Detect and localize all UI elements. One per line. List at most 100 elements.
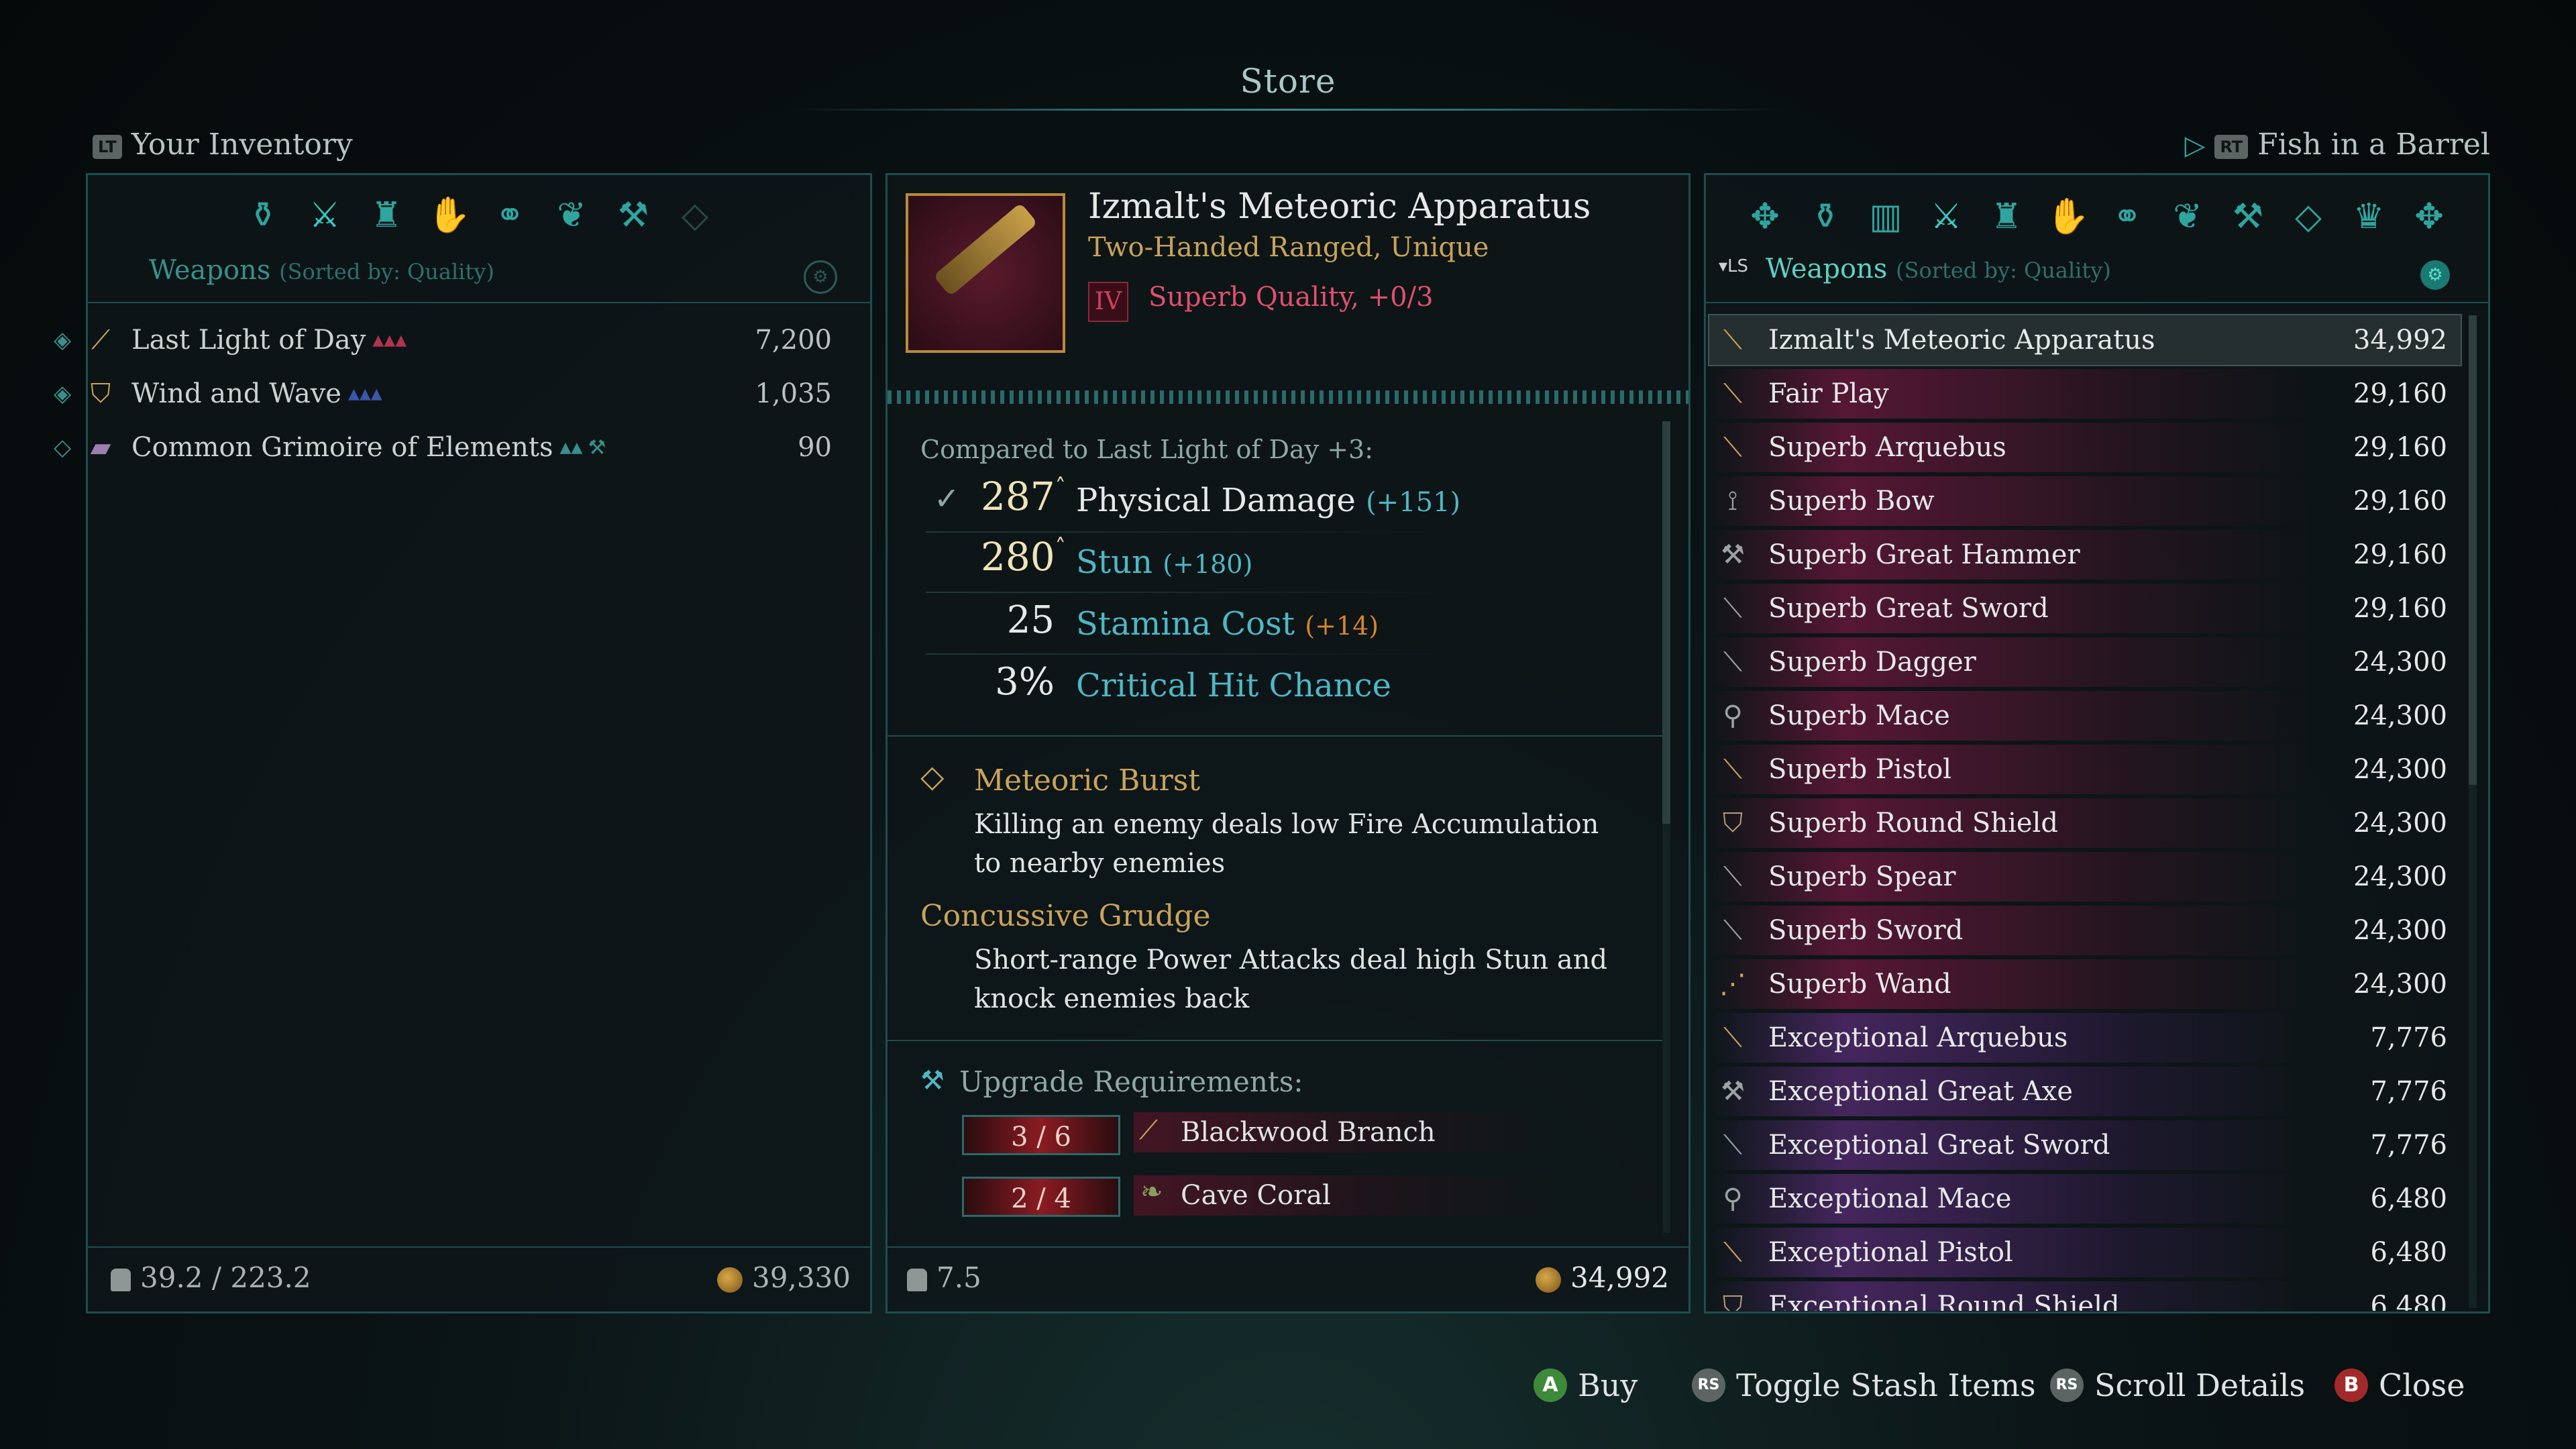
store-row[interactable]: ⟍ Exceptional Pistol 6,480: [1709, 1228, 2461, 1277]
store-row[interactable]: ⚒ Exceptional Great Axe 7,776: [1709, 1067, 2461, 1116]
anvil-icon: ⚒: [920, 1065, 945, 1096]
filter-icon[interactable]: ⚙: [2420, 260, 2450, 290]
store-row[interactable]: ⚒ Superb Great Hammer 29,160: [1709, 530, 2461, 580]
scroll-details-hint[interactable]: RS Scroll Details: [2050, 1367, 2305, 1403]
inventory-row[interactable]: ◇ ▰ Common Grimoire of Elements ▲▲ ⚒ 90: [54, 424, 832, 471]
hammer-icon: ⚒: [1721, 539, 1745, 570]
store-row[interactable]: ⟍ Superb Dagger 24,300: [1709, 637, 2461, 687]
compare-label: Compared to Last Light of Day +3:: [920, 435, 1374, 464]
perk-description: Killing an enemy deals low Fire Accumula…: [974, 809, 1599, 879]
spear-icon: ⟍: [1723, 861, 1742, 892]
inventory-gold-value: 39,330: [752, 1261, 851, 1294]
diamond-icon: ◇: [54, 434, 72, 461]
stat-divider: [926, 531, 1456, 533]
rings-icon[interactable]: ⚭: [489, 195, 531, 236]
gem-icon[interactable]: ◇: [674, 195, 716, 236]
dagger-icon: ⟍: [1723, 647, 1742, 678]
store-row[interactable]: ⟍ Exceptional Great Sword 7,776: [1709, 1120, 2461, 1170]
ornate-divider: [888, 390, 1688, 404]
bag-icon[interactable]: ⚱: [242, 195, 284, 236]
store-row[interactable]: ⟍ Superb Spear 24,300: [1709, 852, 2461, 902]
dpad-right-icon[interactable]: ✥: [2408, 196, 2450, 237]
upgrade-label: Upgrade Requirements:: [959, 1065, 1303, 1098]
perks-divider: [888, 1040, 1666, 1041]
armor-icon[interactable]: ♜: [1986, 196, 2027, 237]
detail-footer-divider: [888, 1246, 1688, 1248]
axe-icon: ⚒: [1721, 1076, 1745, 1107]
store-row[interactable]: ⟍ Superb Great Sword 29,160: [1709, 584, 2461, 633]
coral-icon: ❧: [1140, 1177, 1163, 1208]
store-row[interactable]: ⚲ Exceptional Mace 6,480: [1709, 1174, 2461, 1224]
stat-value: 3%: [995, 660, 1055, 704]
store-row[interactable]: ⟍ Fair Play 29,160: [1709, 369, 2461, 419]
store-row[interactable]: ⟍ Superb Sword 24,300: [1709, 906, 2461, 955]
bow-icon: ⟟: [1727, 486, 1738, 517]
inventory-sort-text: (Sorted by: Quality): [279, 259, 494, 284]
store-row[interactable]: ⟍ Exceptional Arquebus 7,776: [1709, 1013, 2461, 1063]
vendor-header[interactable]: ▷ RT Fish in a Barrel: [2185, 127, 2490, 162]
buy-hint[interactable]: A Buy: [1534, 1367, 1638, 1403]
detail-scrollbar-thumb[interactable]: [1662, 421, 1670, 824]
inventory-row[interactable]: ◈ ⟋ Last Light of Day ▲▲▲ 7,200: [54, 317, 832, 364]
store-row[interactable]: ⟍ Superb Pistol 24,300: [1709, 745, 2461, 794]
item-portrait: [906, 193, 1065, 353]
armor-icon[interactable]: ♜: [366, 195, 407, 236]
item-weight-value: 7.5: [936, 1261, 981, 1294]
arrow-right-icon: ▷: [2184, 130, 2206, 161]
store-row[interactable]: ⟍ Superb Arquebus 29,160: [1709, 423, 2461, 472]
filter-icon[interactable]: ⚙: [804, 260, 837, 294]
quality-pips-icon: ▲▲▲: [372, 331, 407, 349]
rings-icon[interactable]: ⚭: [2106, 196, 2148, 237]
grimoire-icon: ▰: [90, 432, 111, 463]
anvil-icon[interactable]: ⚒: [2227, 196, 2269, 237]
store-category-tabs: ✥ ⚱ ▥ ⚔ ♜ ✋ ⚭ ❦ ⚒ ◇ ♛ ✥: [1704, 196, 2490, 237]
store-row[interactable]: ⛉ Superb Round Shield 24,300: [1709, 798, 2461, 848]
store-sort-label[interactable]: Weapons (Sorted by: Quality): [1766, 254, 2111, 284]
weight-icon: [111, 1269, 131, 1291]
inventory-header[interactable]: LT Your Inventory: [93, 127, 353, 162]
store-row[interactable]: ⟟ Superb Bow 29,160: [1709, 476, 2461, 526]
inventory-sort-label[interactable]: Weapons (Sorted by: Quality): [149, 255, 494, 286]
stat-value: 25: [1006, 598, 1055, 642]
b-button-icon: B: [2334, 1368, 2368, 1402]
stat-name: Critical Hit Chance: [1076, 667, 1391, 704]
weapons-icon[interactable]: ⚔: [1925, 196, 1967, 237]
store-row[interactable]: ⛉ Exceptional Round Shield 6,480: [1709, 1281, 2461, 1311]
hint-label: Toggle Stash Items: [1736, 1367, 2036, 1403]
store-row[interactable]: ⋰ Superb Wand 24,300: [1709, 959, 2461, 1009]
item-type: Two-Handed Ranged, Unique: [1088, 232, 1489, 263]
toggle-stash-hint[interactable]: RS Toggle Stash Items: [1692, 1367, 2036, 1403]
requirement-count: 3 / 6: [962, 1115, 1120, 1155]
sword-icon: ⟋: [91, 325, 110, 356]
weapons-icon[interactable]: ⚔: [304, 195, 345, 236]
stat-value: 280˄: [981, 534, 1066, 580]
stats-divider: [888, 735, 1666, 737]
item-name: Last Light of Day: [131, 325, 366, 356]
branch-icon: ⟋: [1139, 1115, 1158, 1146]
consumables-icon[interactable]: ❦: [2167, 196, 2208, 237]
bag-icon[interactable]: ⚱: [1805, 196, 1846, 237]
chest-icon[interactable]: ▥: [1865, 196, 1907, 237]
inventory-weight-value: 39.2 / 223.2: [140, 1261, 311, 1294]
gloves-icon[interactable]: ✋: [2046, 196, 2090, 237]
item-price-value: 34,992: [1570, 1261, 1669, 1294]
dpad-left-icon[interactable]: ✥: [1744, 196, 1786, 237]
gloves-icon[interactable]: ✋: [427, 195, 471, 236]
store-scrollbar-thumb[interactable]: [2469, 315, 2477, 785]
close-hint[interactable]: B Close: [2334, 1367, 2465, 1403]
stat-row: Physical Damage (+151): [1076, 482, 1460, 519]
stat-delta: (+180): [1163, 549, 1253, 579]
crown-icon[interactable]: ♛: [2348, 196, 2390, 237]
gem-icon[interactable]: ◇: [2288, 196, 2329, 237]
stat-row: Stun (+180): [1076, 543, 1252, 581]
anvil-icon[interactable]: ⚒: [612, 195, 654, 236]
item-name: Wind and Wave: [131, 378, 341, 409]
item-value: 7,200: [755, 325, 832, 356]
inventory-row[interactable]: ◈ ⛉ Wind and Wave ▲▲▲ 1,035: [54, 370, 832, 417]
consumables-icon[interactable]: ❦: [551, 195, 592, 236]
inventory-gold: 39,330: [717, 1261, 851, 1294]
store-row[interactable]: ⟍ Izmalt's Meteoric Apparatus 34,992: [1708, 314, 2462, 366]
store-row[interactable]: ⚲ Superb Mace 24,300: [1709, 691, 2461, 741]
inventory-footer-divider: [88, 1246, 870, 1248]
requirement-name: Blackwood Branch: [1134, 1112, 1556, 1152]
